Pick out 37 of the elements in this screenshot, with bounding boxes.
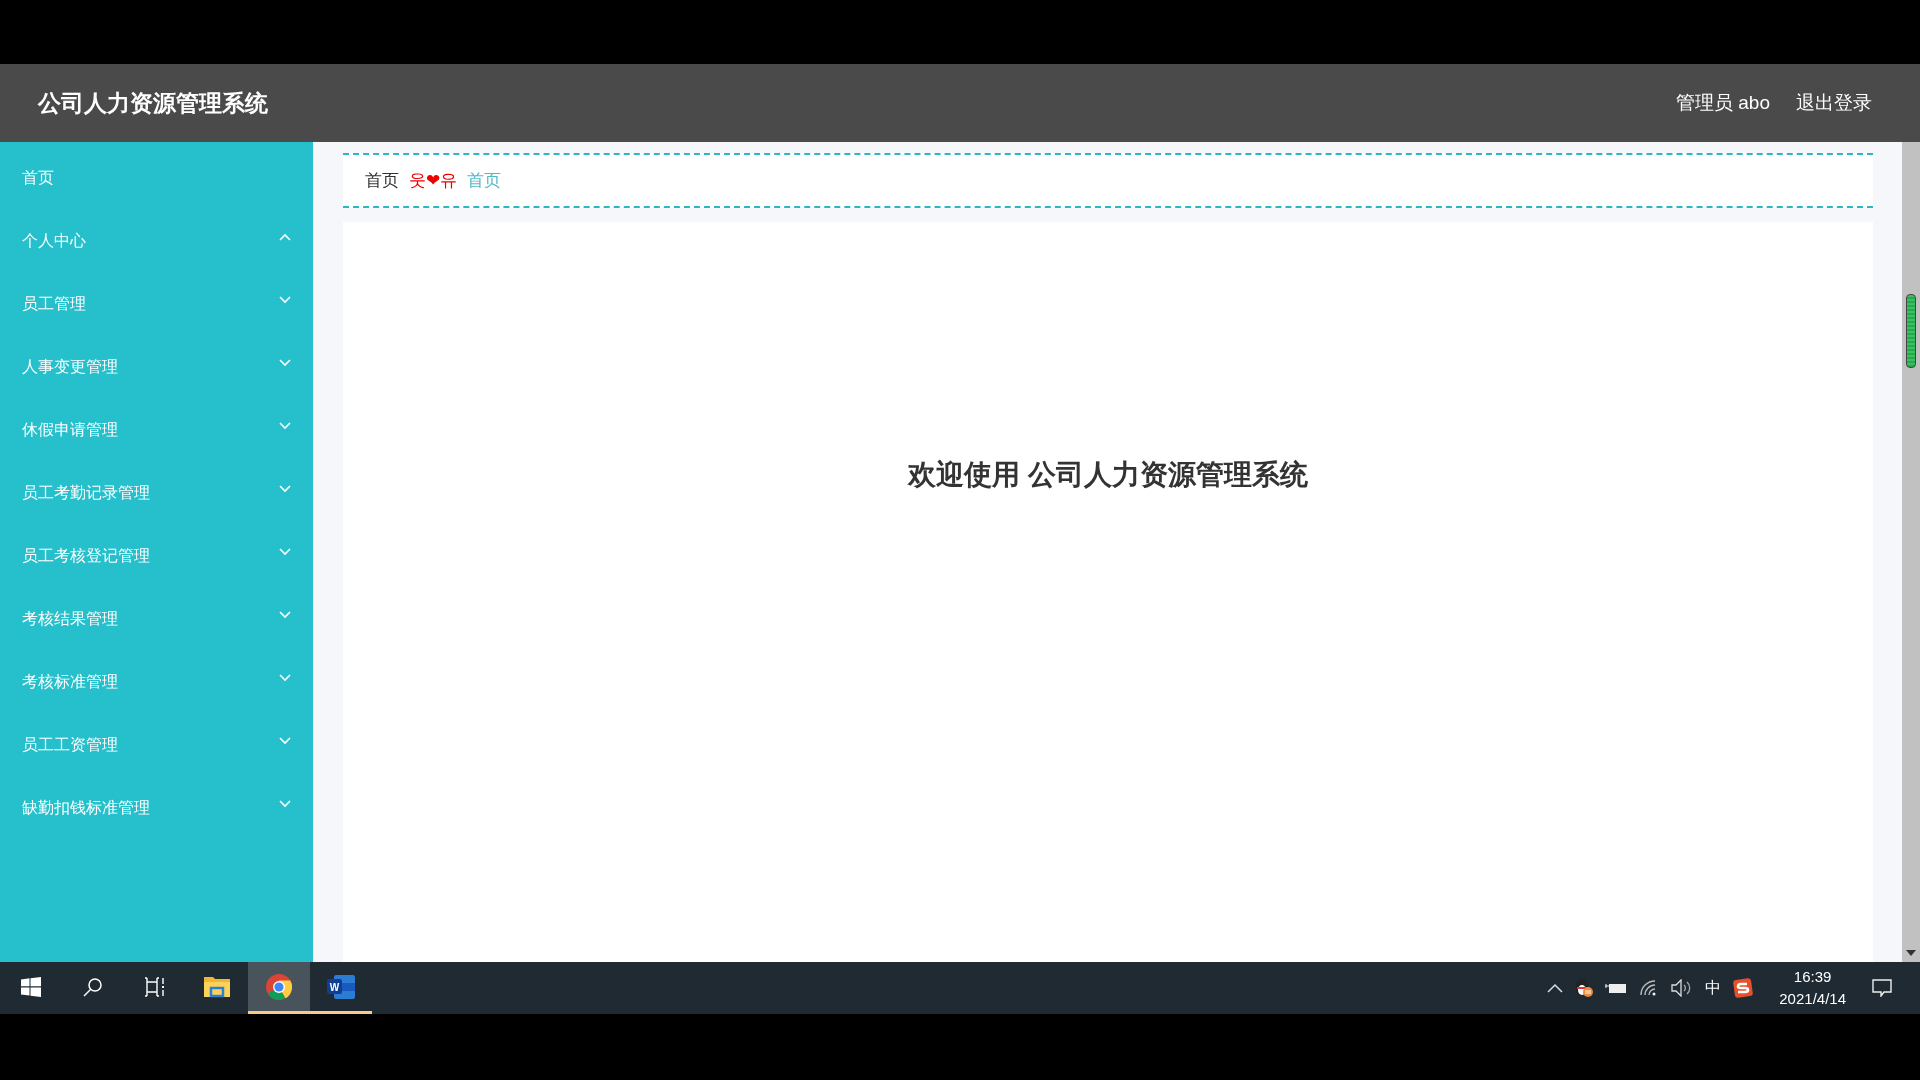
input-method-indicator[interactable]: 中	[1705, 977, 1722, 999]
welcome-heading: 欢迎使用 公司人力资源管理系统	[908, 458, 1308, 492]
user-label: 管理员 abo	[1676, 91, 1770, 115]
sidebar-item[interactable]: 个人中心	[0, 210, 86, 273]
logout-link[interactable]: 退出登录	[1796, 90, 1872, 116]
folder-icon	[203, 974, 231, 999]
chevron-up-icon[interactable]	[1547, 983, 1564, 993]
s-logo-icon[interactable]	[1733, 978, 1754, 998]
clock[interactable]: 16:39 2021/4/14	[1779, 966, 1846, 1010]
sidebar-item[interactable]: 员工考勤记录管理	[0, 462, 150, 525]
sidebar-item[interactable]: 休假申请管理	[0, 399, 118, 462]
breadcrumb-item[interactable]: 首页	[365, 169, 399, 192]
scroll-down-arrow-icon[interactable]	[1906, 950, 1916, 956]
task-view-icon	[144, 976, 166, 997]
app-title: 公司人力资源管理系统	[38, 88, 268, 118]
document-app-letter: W	[329, 981, 340, 992]
windows-logo-icon	[21, 976, 41, 997]
scrollbar-thumb[interactable]	[1906, 294, 1916, 368]
notification-icon[interactable]	[1872, 979, 1892, 997]
sidebar-item[interactable]: 首页	[0, 156, 313, 200]
sidebar-item[interactable]: 缺勤扣钱标准管理	[0, 777, 150, 840]
breadcrumb-separator: 웃❤유	[409, 170, 458, 192]
search-icon	[83, 976, 103, 997]
sidebar-item[interactable]: 人事变更管理	[0, 336, 118, 399]
scrollbar[interactable]	[1902, 142, 1920, 962]
sidebar-item[interactable]: 员工管理	[0, 273, 86, 336]
sidebar-item[interactable]: 员工工资管理	[0, 714, 118, 777]
sidebar-item[interactable]: 考核标准管理	[0, 651, 118, 714]
penguin-icon[interactable]	[1575, 978, 1594, 998]
breadcrumb-item: 首页	[467, 170, 502, 192]
browser-icon	[265, 972, 293, 1001]
sidebar-item[interactable]: 考核结果管理	[0, 588, 118, 651]
clock-time: 16:39	[1793, 967, 1832, 987]
sidebar-item[interactable]: 员工考核登记管理	[0, 525, 150, 588]
battery-icon[interactable]	[1605, 982, 1628, 994]
taskbar-app-button[interactable]	[248, 962, 310, 1014]
clock-date: 2021/4/14	[1779, 989, 1846, 1009]
